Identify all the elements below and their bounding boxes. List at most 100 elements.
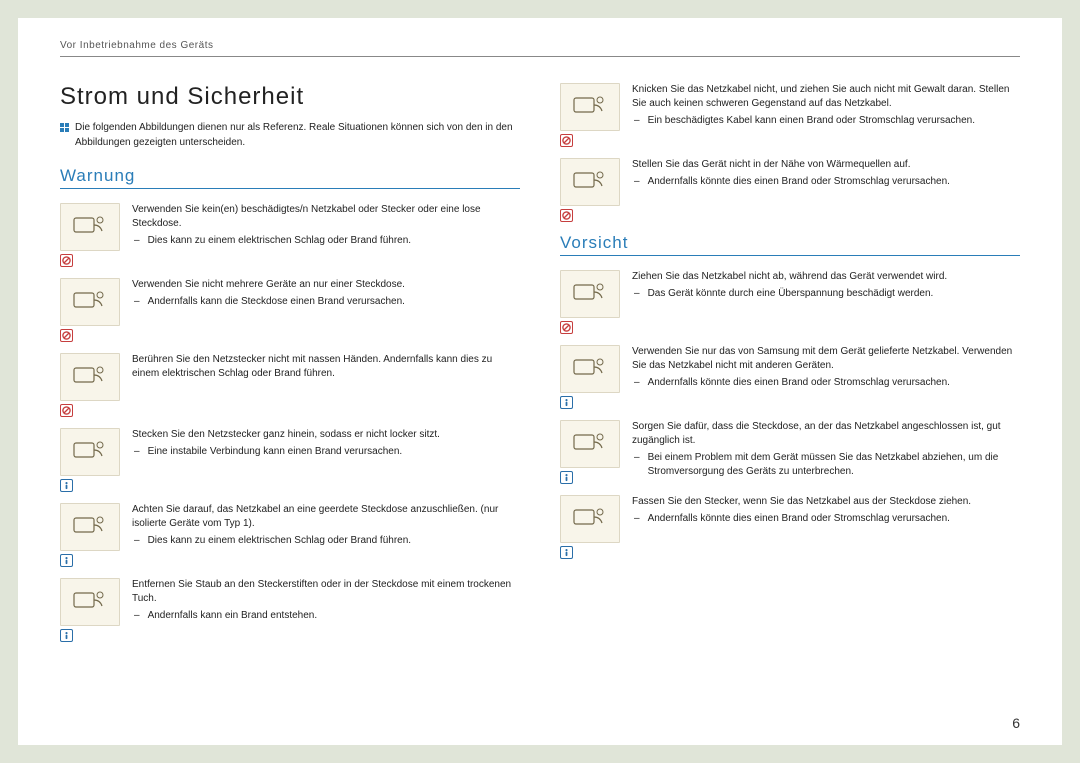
intro-text: Die folgenden Abbildungen dienen nur als… <box>75 121 520 150</box>
item-text: Achten Sie darauf, das Netzkabel an eine… <box>132 503 520 567</box>
item-main-text: Entfernen Sie Staub an den Steckerstifte… <box>132 578 520 606</box>
figure-wrap <box>560 495 620 559</box>
safety-item: Berühren Sie den Netzstecker nicht mit n… <box>60 353 520 417</box>
figure-wrap <box>560 420 620 484</box>
sub-text: Andernfalls kann die Steckdose einen Bra… <box>148 295 405 309</box>
dash-icon: ‒ <box>634 175 640 189</box>
item-sub-text: ‒Bei einem Problem mit dem Gerät müssen … <box>632 451 1020 479</box>
illustration-icon <box>560 495 620 543</box>
safety-item: Stecken Sie den Netzstecker ganz hinein,… <box>60 428 520 492</box>
figure-wrap <box>560 158 620 222</box>
item-main-text: Verwenden Sie nicht mehrere Geräte an nu… <box>132 278 520 292</box>
dash-icon: ‒ <box>134 445 140 459</box>
dash-icon: ‒ <box>634 376 640 390</box>
sub-text: Andernfalls könnte dies einen Brand oder… <box>648 175 950 189</box>
figure-wrap <box>560 270 620 334</box>
header-text: Vor Inbetriebnahme des Geräts <box>60 40 1020 57</box>
illustration-icon <box>60 578 120 626</box>
dash-icon: ‒ <box>134 534 140 548</box>
illustration-icon <box>60 278 120 326</box>
right-warn-list: Knicken Sie das Netzkabel nicht, und zie… <box>560 83 1020 222</box>
page-number: 6 <box>1012 715 1020 731</box>
safety-item: Ziehen Sie das Netzkabel nicht ab, währe… <box>560 270 1020 334</box>
item-text: Entfernen Sie Staub an den Steckerstifte… <box>132 578 520 642</box>
figure-wrap <box>60 353 120 417</box>
item-main-text: Sorgen Sie dafür, dass die Steckdose, an… <box>632 420 1020 448</box>
item-main-text: Stellen Sie das Gerät nicht in der Nähe … <box>632 158 1020 172</box>
info-icon <box>560 396 573 409</box>
item-text: Berühren Sie den Netzstecker nicht mit n… <box>132 353 520 417</box>
item-main-text: Berühren Sie den Netzstecker nicht mit n… <box>132 353 520 381</box>
item-sub-text: ‒ Dies kann zu einem elektrischen Schlag … <box>132 234 520 248</box>
item-sub-text: ‒Ein beschädigtes Kabel kann einen Brand… <box>632 114 1020 128</box>
prohibit-icon <box>60 329 73 342</box>
figure-wrap <box>560 345 620 409</box>
item-main-text: Ziehen Sie das Netzkabel nicht ab, währe… <box>632 270 1020 284</box>
illustration-icon <box>560 83 620 131</box>
left-column: Strom und Sicherheit Die folgenden Abbil… <box>60 83 520 653</box>
dash-icon: ‒ <box>134 609 140 623</box>
item-text: Knicken Sie das Netzkabel nicht, und zie… <box>632 83 1020 147</box>
warnung-heading: Warnung <box>60 166 520 189</box>
sub-text: Andernfalls könnte dies einen Brand oder… <box>648 376 950 390</box>
item-text: Ziehen Sie das Netzkabel nicht ab, währe… <box>632 270 1020 334</box>
dash-icon: ‒ <box>634 512 640 526</box>
prohibit-icon <box>60 404 73 417</box>
prohibit-icon <box>560 209 573 222</box>
content-columns: Strom und Sicherheit Die folgenden Abbil… <box>60 83 1020 653</box>
item-text: Stecken Sie den Netzstecker ganz hinein,… <box>132 428 520 492</box>
safety-item: Verwenden Sie nicht mehrere Geräte an nu… <box>60 278 520 342</box>
item-text: Verwenden Sie nur das von Samsung mit de… <box>632 345 1020 409</box>
info-icon <box>60 479 73 492</box>
item-main-text: Fassen Sie den Stecker, wenn Sie das Net… <box>632 495 1020 509</box>
illustration-icon <box>60 203 120 251</box>
sub-text: Andernfalls könnte dies einen Brand oder… <box>648 512 950 526</box>
item-sub-text: ‒ Dies kann zu einem elektrischen Schlag … <box>132 534 520 548</box>
illustration-icon <box>560 270 620 318</box>
item-sub-text: ‒Das Gerät könnte durch eine Überspannun… <box>632 287 1020 301</box>
sub-text: Andernfalls kann ein Brand entstehen. <box>148 609 318 623</box>
item-main-text: Knicken Sie das Netzkabel nicht, und zie… <box>632 83 1020 111</box>
item-main-text: Verwenden Sie nur das von Samsung mit de… <box>632 345 1020 373</box>
item-sub-text: ‒ Eine instabile Verbindung kann einen Br… <box>132 445 520 459</box>
item-sub-text: ‒ Andernfalls könnte dies einen Brand ode… <box>632 376 1020 390</box>
safety-item: Sorgen Sie dafür, dass die Steckdose, an… <box>560 420 1020 484</box>
item-main-text: Achten Sie darauf, das Netzkabel an eine… <box>132 503 520 531</box>
sub-text: Dies kann zu einem elektrischen Schlag o… <box>148 534 411 548</box>
right-column: Knicken Sie das Netzkabel nicht, und zie… <box>560 83 1020 653</box>
sub-text: Dies kann zu einem elektrischen Schlag o… <box>148 234 411 248</box>
vorsicht-heading: Vorsicht <box>560 233 1020 256</box>
item-sub-text: ‒ Andernfalls könnte dies einen Brand ode… <box>632 512 1020 526</box>
info-icon <box>60 629 73 642</box>
figure-wrap <box>60 428 120 492</box>
dash-icon: ‒ <box>134 234 140 248</box>
illustration-icon <box>560 158 620 206</box>
item-main-text: Stecken Sie den Netzstecker ganz hinein,… <box>132 428 520 442</box>
prohibit-icon <box>560 321 573 334</box>
dash-icon: ‒ <box>634 451 640 479</box>
illustration-icon <box>60 428 120 476</box>
bullet-icon <box>60 123 69 132</box>
prohibit-icon <box>60 254 73 267</box>
item-text: Verwenden Sie nicht mehrere Geräte an nu… <box>132 278 520 342</box>
vorsicht-list: Ziehen Sie das Netzkabel nicht ab, währe… <box>560 270 1020 559</box>
illustration-icon <box>560 345 620 393</box>
dash-icon: ‒ <box>634 287 640 301</box>
item-text: Sorgen Sie dafür, dass die Steckdose, an… <box>632 420 1020 484</box>
item-sub-text: ‒ Andernfalls kann ein Brand entstehen. <box>132 609 520 623</box>
warnung-list: Verwenden Sie kein(en) beschädigtes/n Ne… <box>60 203 520 642</box>
item-sub-text: ‒Andernfalls kann die Steckdose einen Br… <box>132 295 520 309</box>
page-title: Strom und Sicherheit <box>60 83 520 111</box>
intro-note: Die folgenden Abbildungen dienen nur als… <box>60 121 520 150</box>
safety-item: Entfernen Sie Staub an den Steckerstifte… <box>60 578 520 642</box>
illustration-icon <box>60 353 120 401</box>
figure-wrap <box>60 203 120 267</box>
safety-item: Verwenden Sie kein(en) beschädigtes/n Ne… <box>60 203 520 267</box>
illustration-icon <box>560 420 620 468</box>
item-text: Stellen Sie das Gerät nicht in der Nähe … <box>632 158 1020 222</box>
sub-text: Eine instabile Verbindung kann einen Bra… <box>148 445 403 459</box>
item-text: Verwenden Sie kein(en) beschädigtes/n Ne… <box>132 203 520 267</box>
item-main-text: Verwenden Sie kein(en) beschädigtes/n Ne… <box>132 203 520 231</box>
item-text: Fassen Sie den Stecker, wenn Sie das Net… <box>632 495 1020 559</box>
figure-wrap <box>60 278 120 342</box>
